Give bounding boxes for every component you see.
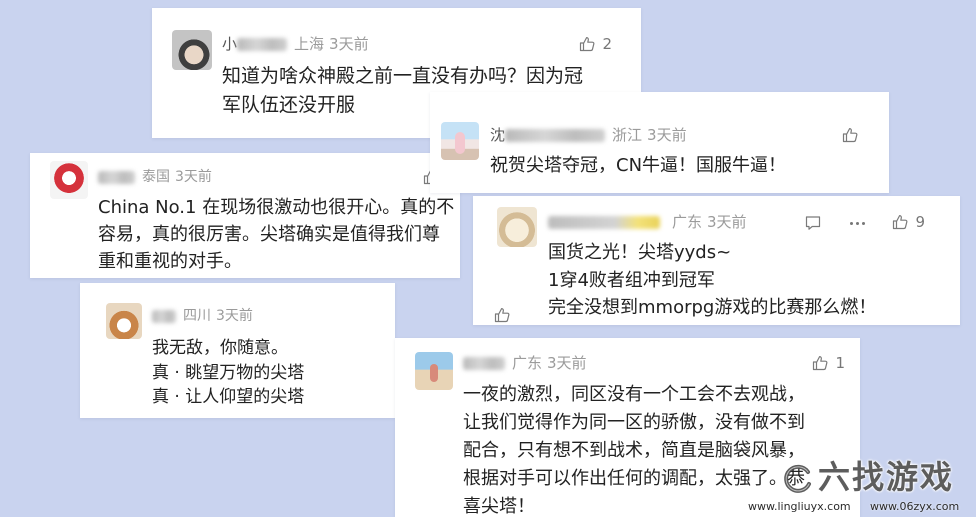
location: 广东	[512, 354, 543, 372]
watermark-url: www.06zyx.com	[870, 500, 960, 513]
username[interactable]: 小	[222, 35, 237, 53]
timestamp: 3天前	[175, 169, 212, 185]
comment-meta: 沈 浙江 3天前	[490, 126, 687, 144]
comment-line: 容易，真的很厉害。尖塔确实是值得我们尊	[98, 224, 440, 245]
comment-line: 配合，只有想不到战术，简直是脑袋风暴，	[463, 440, 805, 461]
comment-meta: 泰国 3天前	[98, 168, 212, 186]
comment-card: 四川 3天前 我无敌，你随意。 真 · 眺望万物的尖塔 真 · 让人仰望的尖塔	[80, 283, 395, 418]
comment-text: 一夜的激烈，同区没有一个工会不去观战， 让我们觉得作为同一区的骄傲，没有做不到 …	[463, 381, 805, 517]
username-blurred	[505, 128, 606, 142]
comment-line: 根据对手可以作出任何的调配，太强了。恭	[463, 468, 805, 489]
location: 广东	[672, 213, 703, 231]
thumbs-up-icon[interactable]	[579, 36, 595, 52]
comment-line: 1穿4败者组冲到冠军	[548, 269, 715, 291]
comment-line: 完全没想到mmorpg游戏的比赛那么燃！	[548, 297, 877, 318]
comment-card: 沈 浙江 3天前 祝贺尖塔夺冠，CN牛逼！国服牛逼！	[430, 92, 889, 193]
comment-line: 真 · 让人仰望的尖塔	[152, 387, 305, 407]
comment-meta: 广东 3天前	[463, 354, 587, 372]
location: 泰国	[142, 169, 170, 185]
username-blurred[interactable]	[152, 309, 176, 323]
timestamp: 3天前	[216, 308, 253, 324]
timestamp: 3天前	[647, 126, 687, 144]
like-count: 2	[602, 35, 612, 53]
avatar[interactable]	[50, 161, 88, 199]
watermark-url: www.lingliuyx.com	[748, 500, 851, 513]
comment-line: 祝贺尖塔夺冠，CN牛逼！国服牛逼！	[490, 155, 787, 176]
watermark-logo: 六找游戏	[818, 458, 955, 496]
username-blurred[interactable]	[463, 356, 505, 370]
comment-text: China No.1 在现场很激动也很开心。真的不 容易，真的很厉害。尖塔确实是…	[98, 194, 454, 275]
location: 浙江	[612, 126, 643, 144]
like-count: 9	[915, 213, 925, 231]
username-blurred	[237, 37, 288, 51]
comment-meta: 广东 3天前	[548, 213, 747, 231]
comment-meta: 小 上海 3天前	[222, 35, 369, 53]
comment-icon[interactable]	[805, 215, 821, 231]
like-button[interactable]	[842, 126, 858, 144]
comment-line: China No.1 在现场很激动也很开心。真的不	[98, 197, 455, 218]
username-blurred[interactable]	[548, 215, 660, 229]
like-count: 1	[835, 354, 845, 372]
comment-line: 我无敌，你随意。	[152, 338, 288, 358]
comment-button[interactable]	[805, 214, 821, 232]
comment-line: 真 · 眺望万物的尖塔	[152, 362, 305, 383]
comment-card: 广东 3天前 9 国货之光！尖塔yyds~ 1穿4败者组冲到冠军 完全没想到mm…	[473, 196, 960, 325]
logo-swirl-icon	[782, 463, 814, 495]
like-button[interactable]: 2	[579, 35, 612, 53]
thumbs-up-icon[interactable]	[812, 355, 828, 371]
username-blurred[interactable]	[98, 170, 135, 184]
avatar[interactable]	[497, 207, 537, 247]
comment-text: 我无敌，你随意。 真 · 眺望万物的尖塔 真 · 让人仰望的尖塔	[152, 336, 304, 410]
like-button[interactable]: 1	[812, 354, 845, 372]
thumbs-up-icon[interactable]	[494, 307, 510, 323]
avatar[interactable]	[415, 352, 453, 390]
more-button[interactable]	[850, 214, 865, 232]
comment-line: 知道为啥众神殿之前一直没有办吗？因为冠	[222, 65, 584, 87]
comment-line: 重和重视的对手。	[98, 251, 242, 272]
avatar[interactable]	[441, 122, 479, 160]
location: 上海	[294, 35, 325, 53]
timestamp: 3天前	[707, 213, 747, 231]
thumbs-up-icon[interactable]	[892, 214, 908, 230]
comment-line: 让我们觉得作为同一区的骄傲，没有做不到	[463, 412, 805, 433]
timestamp: 3天前	[329, 35, 369, 53]
location: 四川	[183, 308, 211, 324]
comment-text: 国货之光！尖塔yyds~ 1穿4败者组冲到冠军 完全没想到mmorpg游戏的比赛…	[548, 239, 876, 322]
comment-card: 泰国 3天前 China No.1 在现场很激动也很开心。真的不 容易，真的很厉…	[30, 153, 460, 278]
comment-line: 一夜的激烈，同区没有一个工会不去观战，	[463, 384, 805, 405]
timestamp: 3天前	[547, 354, 587, 372]
like-button[interactable]: 9	[892, 213, 925, 231]
comment-meta: 四川 3天前	[152, 307, 253, 325]
avatar[interactable]	[106, 303, 142, 339]
username[interactable]: 沈	[490, 126, 505, 144]
thumbs-up-icon[interactable]	[842, 127, 858, 143]
like-button[interactable]	[494, 306, 510, 324]
comment-line: 国货之光！尖塔yyds~	[548, 242, 732, 263]
avatar[interactable]	[172, 30, 212, 70]
comment-text: 祝贺尖塔夺冠，CN牛逼！国服牛逼！	[490, 153, 786, 179]
more-icon[interactable]	[850, 215, 865, 231]
